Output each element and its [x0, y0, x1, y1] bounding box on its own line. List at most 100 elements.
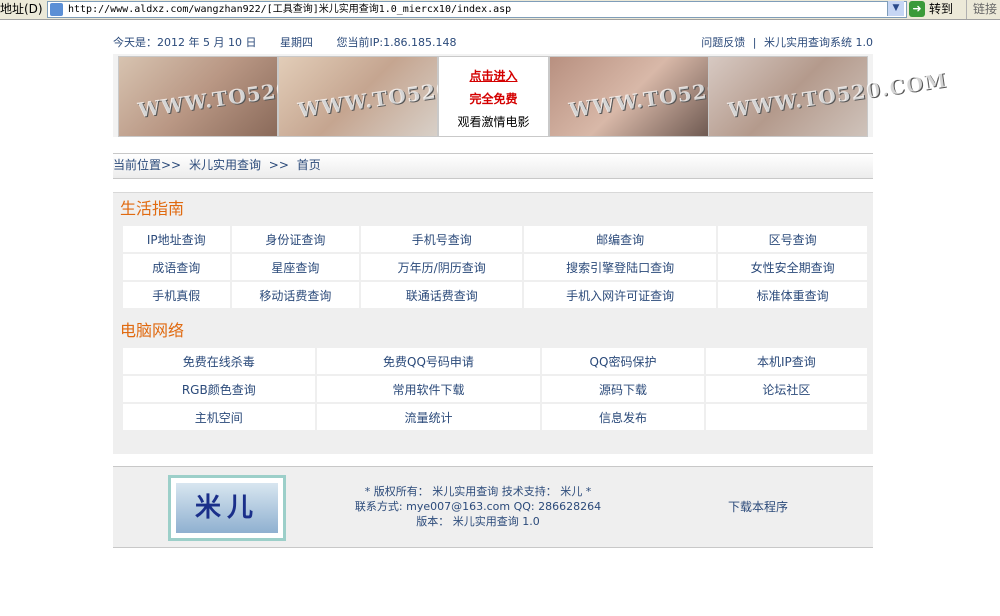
- table-row: 主机空间 流量统计 信息发布: [123, 404, 867, 430]
- banner-photo[interactable]: WWW.TO520.COM: [549, 56, 789, 137]
- link-cell[interactable]: 信息发布: [542, 404, 704, 430]
- contact-line: 联系方式: mye007@163.com QQ: 286628264: [354, 500, 602, 513]
- link-cell[interactable]: 移动话费查询: [231, 282, 360, 308]
- link-cell[interactable]: 搜索引擎登陆口查询: [524, 254, 717, 280]
- link-cell[interactable]: 免费QQ号码申请: [316, 348, 541, 374]
- tool-link[interactable]: 手机入网许可证查询: [566, 289, 674, 303]
- breadcrumb-sep: >>: [268, 158, 289, 172]
- tool-link[interactable]: RGB颜色查询: [182, 383, 256, 397]
- section-title-computer: 电脑网络: [120, 321, 185, 340]
- download-link[interactable]: 下载本程序: [728, 498, 788, 515]
- links-button[interactable]: 链接: [966, 0, 997, 19]
- breadcrumb-site[interactable]: 米儿实用查询: [189, 158, 261, 172]
- chevron-down-icon[interactable]: ▼: [887, 1, 904, 16]
- link-cell[interactable]: 本机IP查询: [705, 348, 867, 374]
- ip-text: 您当前IP:1.86.185.148: [336, 36, 457, 49]
- tool-link[interactable]: 本机IP查询: [757, 355, 816, 369]
- link-cell[interactable]: 身份证查询: [231, 226, 360, 252]
- weekday-text: 星期四: [279, 36, 313, 49]
- section-title-life: 生活指南: [120, 199, 185, 218]
- address-input[interactable]: http://www.aldxz.com/wangzhan922/[工具查询]米…: [47, 1, 907, 18]
- tool-link[interactable]: 手机真假: [152, 289, 200, 303]
- link-cell[interactable]: 手机入网许可证查询: [524, 282, 717, 308]
- link-cell[interactable]: 论坛社区: [705, 376, 867, 402]
- tool-link[interactable]: 论坛社区: [762, 383, 810, 397]
- tool-link[interactable]: 万年历/阴历查询: [398, 261, 486, 275]
- link-cell[interactable]: 星座查询: [231, 254, 360, 280]
- address-label: 地址(D): [0, 2, 43, 16]
- tool-link[interactable]: 星座查询: [271, 261, 319, 275]
- separator: |: [752, 36, 757, 49]
- table-row: 免费在线杀毒 免费QQ号码申请 QQ密码保护 本机IP查询: [123, 348, 867, 374]
- address-url[interactable]: http://www.aldxz.com/wangzhan922/[工具查询]米…: [68, 2, 511, 17]
- arrow-right-icon: ➜: [909, 1, 925, 17]
- link-cell[interactable]: 成语查询: [123, 254, 230, 280]
- ad-banner[interactable]: WWW.TO520.COM WWW.TO520.COM 点击进入 完全免费 观看…: [113, 54, 948, 137]
- tool-link[interactable]: 标准体重查询: [757, 289, 829, 303]
- link-cell[interactable]: 区号查询: [718, 226, 867, 252]
- table-row: 手机真假 移动话费查询 联通话费查询 手机入网许可证查询 标准体重查询: [123, 282, 867, 308]
- tool-link[interactable]: 免费在线杀毒: [183, 355, 255, 369]
- version-line: 版本： 米儿实用查询 1.0: [416, 515, 540, 528]
- table-row: IP地址查询 身份证查询 手机号查询 邮编查询 区号查询: [123, 226, 867, 252]
- tool-link[interactable]: 邮编查询: [596, 233, 644, 247]
- banner-watermark: WWW.TO520.COM: [726, 67, 949, 123]
- tool-link[interactable]: 常用软件下载: [392, 383, 464, 397]
- tool-link[interactable]: 身份证查询: [265, 233, 325, 247]
- banner-ad-box[interactable]: 点击进入 完全免费 观看激情电影: [438, 56, 549, 137]
- copyright-line: * 版权所有： 米儿实用查询 技术支持： 米儿 *: [364, 485, 592, 498]
- banner-photo[interactable]: WWW.TO520.COM: [708, 56, 948, 137]
- banner-photo[interactable]: WWW.TO520.COM: [118, 56, 358, 137]
- table-row: 成语查询 星座查询 万年历/阴历查询 搜索引擎登陆口查询 女性安全期查询: [123, 254, 867, 280]
- link-cell[interactable]: 免费在线杀毒: [123, 348, 315, 374]
- link-cell[interactable]: 女性安全期查询: [718, 254, 867, 280]
- breadcrumb-page: 首页: [296, 158, 321, 172]
- tool-link[interactable]: 免费QQ号码申请: [383, 355, 474, 369]
- ad-free-text: 完全免费: [469, 92, 518, 106]
- ad-enter-link[interactable]: 点击进入: [439, 67, 548, 84]
- footer: 米儿 * 版权所有： 米儿实用查询 技术支持： 米儿 * 联系方式: mye00…: [113, 466, 873, 548]
- tool-link[interactable]: 源码下载: [599, 383, 647, 397]
- table-row: RGB颜色查询 常用软件下载 源码下载 论坛社区: [123, 376, 867, 402]
- tool-link[interactable]: 信息发布: [599, 411, 647, 425]
- computer-links-grid: 免费在线杀毒 免费QQ号码申请 QQ密码保护 本机IP查询 RGB颜色查询 常用…: [121, 346, 869, 432]
- tool-link[interactable]: 成语查询: [152, 261, 200, 275]
- link-cell[interactable]: 主机空间: [123, 404, 315, 430]
- banner-photo[interactable]: WWW.TO520.COM: [278, 56, 518, 137]
- link-cell[interactable]: 手机号查询: [361, 226, 523, 252]
- go-button[interactable]: ➜ 转到: [909, 0, 953, 19]
- footer-info: * 版权所有： 米儿实用查询 技术支持： 米儿 * 联系方式: mye007@1…: [313, 484, 643, 529]
- tool-link[interactable]: QQ密码保护: [590, 355, 657, 369]
- breadcrumb: 当前位置>> 米儿实用查询 >> 首页: [113, 153, 873, 179]
- system-link[interactable]: 米儿实用查询系统 1.0: [764, 36, 873, 49]
- site-logo[interactable]: 米儿: [168, 475, 286, 541]
- link-cell[interactable]: 万年历/阴历查询: [361, 254, 523, 280]
- tool-link[interactable]: 主机空间: [195, 411, 243, 425]
- link-cell[interactable]: 源码下载: [542, 376, 704, 402]
- tool-link[interactable]: 区号查询: [769, 233, 817, 247]
- link-cell[interactable]: 流量统计: [316, 404, 541, 430]
- tool-link[interactable]: 女性安全期查询: [751, 261, 835, 275]
- main-panel: 生活指南 IP地址查询 身份证查询 手机号查询 邮编查询 区号查询 成语查询 星…: [113, 192, 873, 454]
- tool-link[interactable]: 联通话费查询: [406, 289, 478, 303]
- link-cell[interactable]: IP地址查询: [123, 226, 230, 252]
- life-links-grid: IP地址查询 身份证查询 手机号查询 邮编查询 区号查询 成语查询 星座查询 万…: [121, 224, 869, 310]
- ad-watch-text: 观看激情电影: [457, 115, 530, 129]
- link-cell[interactable]: RGB颜色查询: [123, 376, 315, 402]
- tool-link[interactable]: IP地址查询: [147, 233, 206, 247]
- tool-link[interactable]: 移动话费查询: [259, 289, 331, 303]
- link-cell[interactable]: 联通话费查询: [361, 282, 523, 308]
- tool-link[interactable]: 搜索引擎登陆口查询: [566, 261, 674, 275]
- go-label: 转到: [929, 2, 954, 16]
- link-cell[interactable]: 手机真假: [123, 282, 230, 308]
- breadcrumb-prefix: 当前位置>>: [113, 158, 182, 172]
- address-bar: 地址(D) http://www.aldxz.com/wangzhan922/[…: [0, 0, 1000, 20]
- feedback-link[interactable]: 问题反馈: [701, 36, 745, 49]
- link-cell[interactable]: 常用软件下载: [316, 376, 541, 402]
- logo-text: 米儿: [176, 483, 278, 533]
- link-cell[interactable]: 邮编查询: [524, 226, 717, 252]
- tool-link[interactable]: 手机号查询: [412, 233, 472, 247]
- tool-link[interactable]: 流量统计: [404, 411, 452, 425]
- link-cell[interactable]: 标准体重查询: [718, 282, 867, 308]
- link-cell[interactable]: QQ密码保护: [542, 348, 704, 374]
